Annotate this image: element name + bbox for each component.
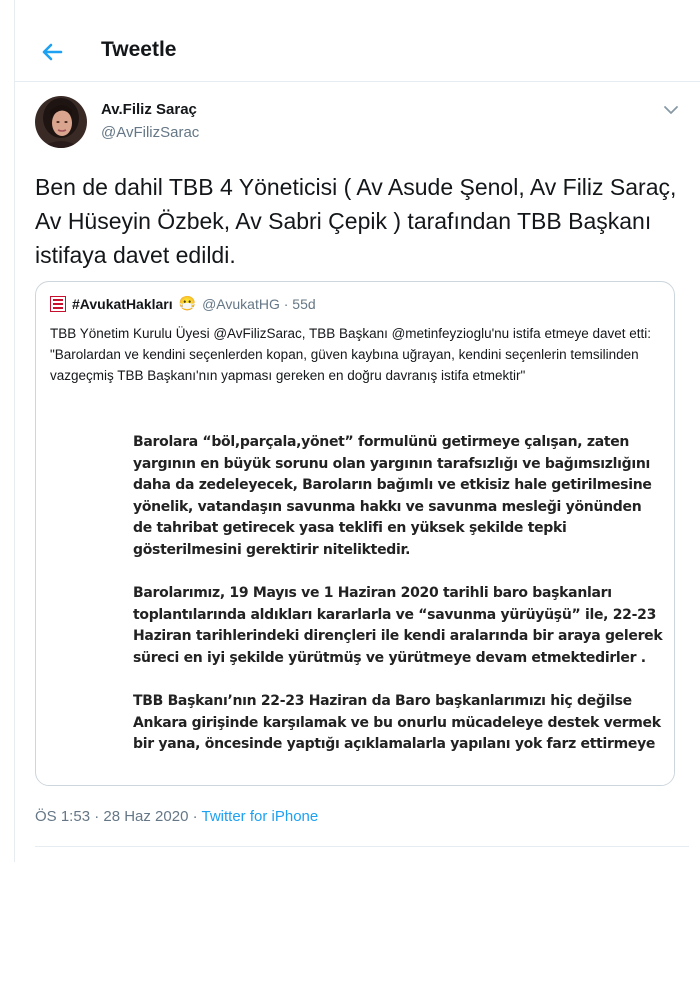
avatar[interactable]: [35, 96, 87, 148]
author-handle[interactable]: @AvFilizSarac: [101, 124, 199, 141]
flag-avatar-icon: [50, 295, 66, 312]
quoted-tweet[interactable]: #AvukatHakları 😷 @AvukatHG · 55d TBB Yön…: [35, 281, 675, 786]
arrow-left-icon: [42, 43, 63, 61]
page-title: Tweetle: [101, 38, 177, 61]
quoted-tweet-text: TBB Yönetim Kurulu Üyesi @AvFilizSarac, …: [50, 326, 651, 383]
chevron-down-icon: [664, 106, 678, 114]
tweet-text: Ben de dahil TBB 4 Yöneticisi ( Av Asude…: [35, 174, 677, 268]
quoted-tweet-image[interactable]: Barolara “böl,parçala,yönet” formulünü g…: [37, 416, 674, 785]
quoted-tweet-header: #AvukatHakları 😷 @AvukatHG · 55d: [50, 295, 316, 312]
divider: [35, 846, 689, 847]
profile-photo: [35, 96, 87, 148]
back-button[interactable]: [37, 37, 67, 67]
author-name[interactable]: Av.Filiz Saraç: [101, 101, 197, 118]
page-header: Tweetle: [15, 0, 700, 82]
tweet-timestamp[interactable]: ÖS 1:53 · 28 Haz 2020 ·: [35, 808, 202, 825]
mask-emoji: 😷: [178, 295, 197, 311]
document-paragraph: Barolara “böl,parçala,yönet” formulünü g…: [133, 434, 652, 558]
tweet-source-link[interactable]: Twitter for iPhone: [202, 808, 319, 825]
document-paragraph: Barolarımız, 19 Mayıs ve 1 Haziran 2020 …: [133, 585, 663, 666]
document-image-text: Barolara “böl,parçala,yönet” formulünü g…: [133, 432, 663, 778]
document-paragraph: TBB Başkanı’nın 22-23 Haziran da Baro ba…: [133, 693, 661, 752]
more-options-button[interactable]: [663, 103, 679, 115]
tweet-meta: ÖS 1:53 · 28 Haz 2020 · Twitter for iPho…: [35, 808, 318, 825]
quoted-author-meta: @AvukatHG · 55d: [202, 295, 316, 312]
quoted-author-name: #AvukatHakları: [72, 295, 173, 312]
tweet-detail-panel: Tweetle Av.Filiz Saraç @AvFilizSarac Ben…: [14, 0, 700, 862]
